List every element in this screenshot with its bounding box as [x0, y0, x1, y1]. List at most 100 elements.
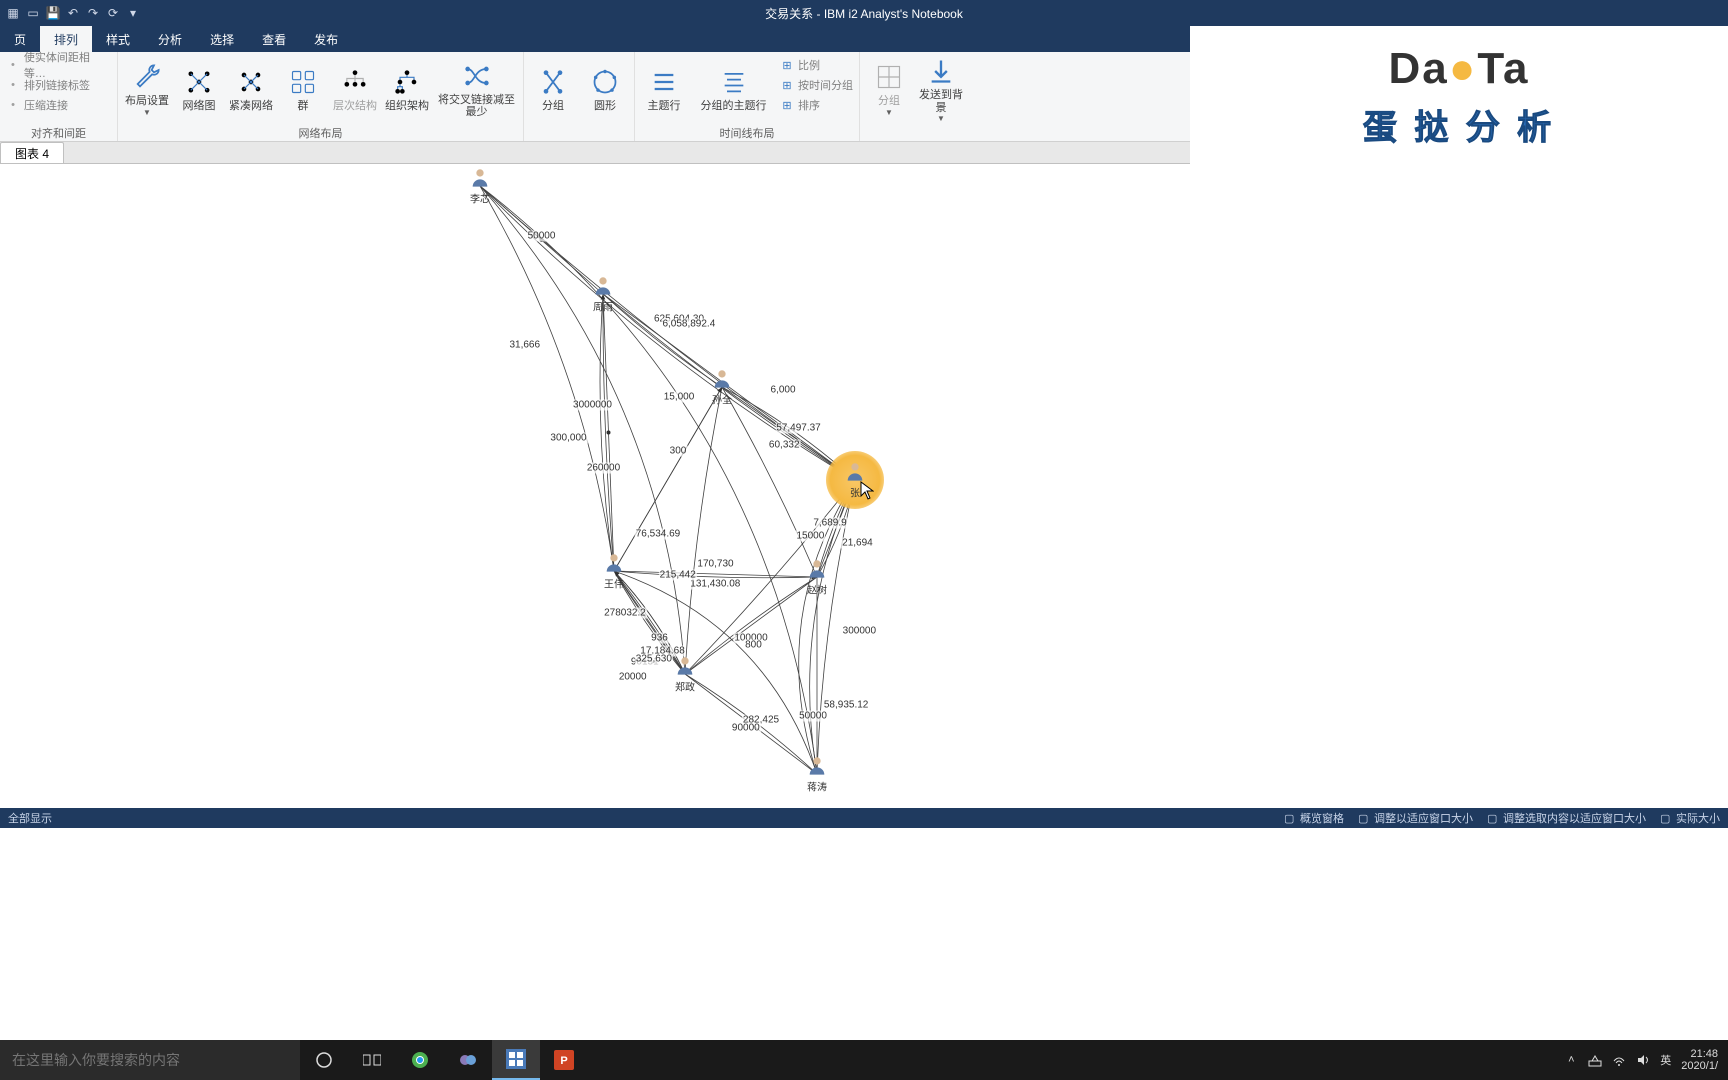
network-icon[interactable]: [1588, 1053, 1602, 1067]
app-icon-1[interactable]: [444, 1040, 492, 1080]
chart-node[interactable]: 李芯: [469, 167, 491, 206]
brand-part: Da: [1389, 44, 1449, 93]
ribbon-side-item[interactable]: •压缩连接: [6, 96, 111, 114]
clock-time: 21:48: [1681, 1048, 1718, 1060]
ribbon-btn-label: 组织架构: [385, 100, 429, 112]
network-icon: [183, 66, 215, 98]
edge-label: 215,442: [659, 569, 697, 580]
ribbon-分组: 分组▼: [864, 54, 914, 124]
undo-icon[interactable]: ↶: [66, 6, 80, 20]
ribbon-btn-label: 分组: [878, 95, 900, 107]
ribbon-btn-label: 主题行: [648, 100, 681, 112]
option-icon: ⊞: [780, 78, 794, 92]
brand-subtitle: 蛋 挞 分 析: [1363, 100, 1555, 149]
edge-label: 6,000: [770, 385, 797, 396]
tab-chart[interactable]: 图表 4: [0, 142, 64, 163]
wifi-icon[interactable]: [1612, 1053, 1626, 1067]
edge-label: 278032.2: [603, 608, 647, 619]
cluster-icon: [287, 66, 319, 98]
compact-icon: [235, 66, 267, 98]
status-bar: 全部显示 ▢概览窗格▢调整以适应窗口大小▢调整选取内容以适应窗口大小▢实际大小: [0, 808, 1728, 828]
edge-label: 60,332: [768, 440, 801, 451]
cortana-button[interactable]: [300, 1040, 348, 1080]
open-icon[interactable]: ▭: [26, 6, 40, 20]
menu-分析[interactable]: 分析: [144, 26, 196, 52]
ribbon-发送到背景[interactable]: 发送到背景▼: [916, 54, 966, 124]
dropdown-icon[interactable]: ▾: [126, 6, 140, 20]
ribbon-btn-label: 分组的主题行: [701, 100, 767, 112]
redo-icon[interactable]: ↷: [86, 6, 100, 20]
ribbon-群[interactable]: 群: [278, 54, 328, 124]
edge-label: 300: [669, 446, 688, 457]
ribbon-btn-label: 将交叉链接减至最少: [434, 94, 519, 118]
refresh-icon[interactable]: ⟳: [106, 6, 120, 20]
ime-indicator[interactable]: 英: [1660, 1052, 1671, 1068]
split-icon: [537, 66, 569, 98]
ribbon-分组[interactable]: 分组: [528, 54, 578, 124]
chart-node[interactable]: 孙全: [711, 368, 733, 407]
option-icon: ⊞: [780, 58, 794, 72]
chart-node[interactable]: 赵树: [806, 558, 828, 597]
taskbar: P ˄ 英 21:48 2020/1/: [0, 1040, 1728, 1080]
edge-label: 58,935.12: [823, 700, 870, 711]
chart-canvas[interactable]: 50000625,604.306,058,892.431,666300,0001…: [0, 164, 1190, 804]
quick-access-toolbar: ▦ ▭ 💾 ↶ ↷ ⟳ ▾: [0, 6, 140, 20]
hier-icon: [339, 66, 371, 98]
group-label: 网络布局: [122, 125, 519, 139]
menu-发布[interactable]: 发布: [300, 26, 352, 52]
edge-label: 31,666: [508, 340, 541, 351]
ribbon-btn-label: 分组: [542, 100, 564, 112]
chart-node[interactable]: 周雨: [592, 275, 614, 314]
search-input[interactable]: [12, 1052, 288, 1068]
ribbon-side-item[interactable]: •排列链接标签: [6, 76, 111, 94]
chevron-down-icon: ▼: [937, 114, 945, 123]
chrome-icon[interactable]: [396, 1040, 444, 1080]
status-icon: ▢: [1284, 812, 1296, 824]
app-icon: ▦: [6, 6, 20, 20]
menu-选择[interactable]: 选择: [196, 26, 248, 52]
taskbar-search[interactable]: [0, 1040, 300, 1080]
edge-label: 15,000: [663, 392, 696, 403]
ribbon-网络图[interactable]: 网络图: [174, 54, 224, 124]
status-调整选取内容以适应窗口大小[interactable]: ▢调整选取内容以适应窗口大小: [1487, 810, 1646, 826]
ribbon-small-比例[interactable]: ⊞比例: [780, 56, 853, 74]
ribbon-small-排序[interactable]: ⊞排序: [780, 96, 853, 114]
chevron-up-icon[interactable]: ˄: [1564, 1053, 1578, 1067]
save-icon[interactable]: 💾: [46, 6, 60, 20]
edge-label: 800: [744, 639, 763, 650]
ribbon-small-按时间分组[interactable]: ⊞按时间分组: [780, 76, 853, 94]
chart-node[interactable]: 蒋涛: [806, 755, 828, 794]
status-实际大小[interactable]: ▢实际大小: [1660, 810, 1720, 826]
ribbon-圆形[interactable]: 圆形: [580, 54, 630, 124]
edge-label: 50000: [798, 710, 828, 721]
chart-node[interactable]: 郑政: [674, 655, 696, 694]
person-icon: [711, 368, 733, 390]
person-icon: [806, 755, 828, 777]
group-label: [864, 125, 966, 139]
edge-label: 936: [650, 632, 669, 643]
ribbon-主题行[interactable]: 主题行: [639, 54, 689, 124]
edge-label: 20000: [618, 671, 648, 682]
ribbon-btn-label: 布局设置: [125, 95, 169, 107]
clock[interactable]: 21:48 2020/1/: [1681, 1048, 1718, 1072]
edge-label: 15000: [796, 531, 826, 542]
powerpoint-icon[interactable]: P: [540, 1040, 588, 1080]
ribbon-紧凑网络[interactable]: 紧凑网络: [226, 54, 276, 124]
ribbon-side-item[interactable]: •使实体间距相等…: [6, 56, 111, 74]
status-概览窗格[interactable]: ▢概览窗格: [1284, 810, 1344, 826]
taskview-button[interactable]: [348, 1040, 396, 1080]
volume-icon[interactable]: [1636, 1053, 1650, 1067]
i2-app-icon[interactable]: [492, 1040, 540, 1080]
ribbon-分组的主题行[interactable]: 分组的主题行: [691, 54, 776, 124]
ribbon-组织架构[interactable]: 组织架构: [382, 54, 432, 124]
edge-label: 325,630: [635, 653, 673, 664]
mouse-cursor-icon: [860, 481, 874, 501]
status-调整以适应窗口大小[interactable]: ▢调整以适应窗口大小: [1358, 810, 1473, 826]
menu-查看[interactable]: 查看: [248, 26, 300, 52]
chart-node[interactable]: 王伟: [603, 552, 625, 591]
ribbon-布局设置[interactable]: 布局设置▼: [122, 54, 172, 124]
edge-label: 76,534.69: [635, 529, 682, 540]
person-icon: [844, 461, 866, 483]
status-icon: ▢: [1660, 812, 1672, 824]
ribbon-将交叉链接减至最少[interactable]: 将交叉链接减至最少: [434, 54, 519, 124]
